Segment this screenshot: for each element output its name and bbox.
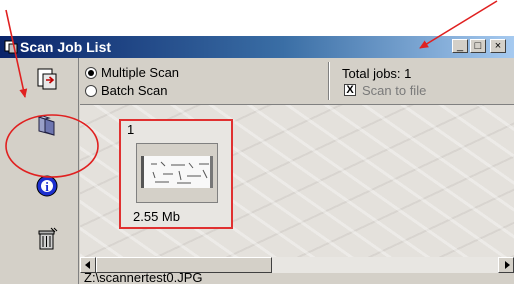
scan-job-list-window: Scan Job List _ □ × i Multiple Scan Batc… (0, 36, 514, 285)
thumbnail-size: 2.55 Mb (133, 209, 180, 224)
scan-to-file-label[interactable]: Scan to file (362, 83, 426, 99)
multiple-scan-label[interactable]: Multiple Scan (101, 65, 179, 81)
close-button[interactable]: × (490, 39, 506, 53)
thumbnail-image (141, 156, 213, 188)
scan-document-icon[interactable] (34, 66, 60, 92)
info-icon[interactable]: i (34, 173, 60, 199)
arrow-right-icon (505, 261, 510, 269)
window-title: Scan Job List (20, 39, 112, 55)
options-panel: Multiple Scan Batch Scan Total jobs: 1 X… (80, 58, 514, 105)
maximize-button[interactable]: □ (470, 39, 486, 53)
arrow-left-icon (85, 261, 90, 269)
options-divider (328, 62, 330, 100)
info-glyph: i (45, 179, 49, 194)
thumbnail-area: 1 2.55 Mb (80, 105, 514, 257)
thumbnail-index: 1 (127, 122, 135, 137)
minimize-button[interactable]: _ (452, 39, 468, 53)
scan-thumbnail[interactable]: 1 2.55 Mb (119, 119, 233, 229)
status-bar: Z:\scannertest0.JPG (80, 270, 514, 285)
total-jobs-text: Total jobs: 1 (342, 66, 412, 81)
folder-icon[interactable] (34, 113, 60, 139)
trash-icon[interactable] (34, 226, 60, 252)
scroll-right-button[interactable] (498, 257, 514, 273)
app-icon (4, 40, 18, 54)
title-bar[interactable]: Scan Job List _ □ × (0, 36, 514, 58)
multiple-scan-radio[interactable] (85, 67, 97, 79)
left-toolbar: i (0, 58, 79, 284)
status-path: Z:\scannertest0.JPG (84, 270, 203, 285)
thumbnail-frame (136, 143, 218, 203)
batch-scan-radio[interactable] (85, 85, 97, 97)
scan-to-file-checkbox[interactable]: X (344, 84, 356, 96)
batch-scan-label[interactable]: Batch Scan (101, 83, 168, 99)
